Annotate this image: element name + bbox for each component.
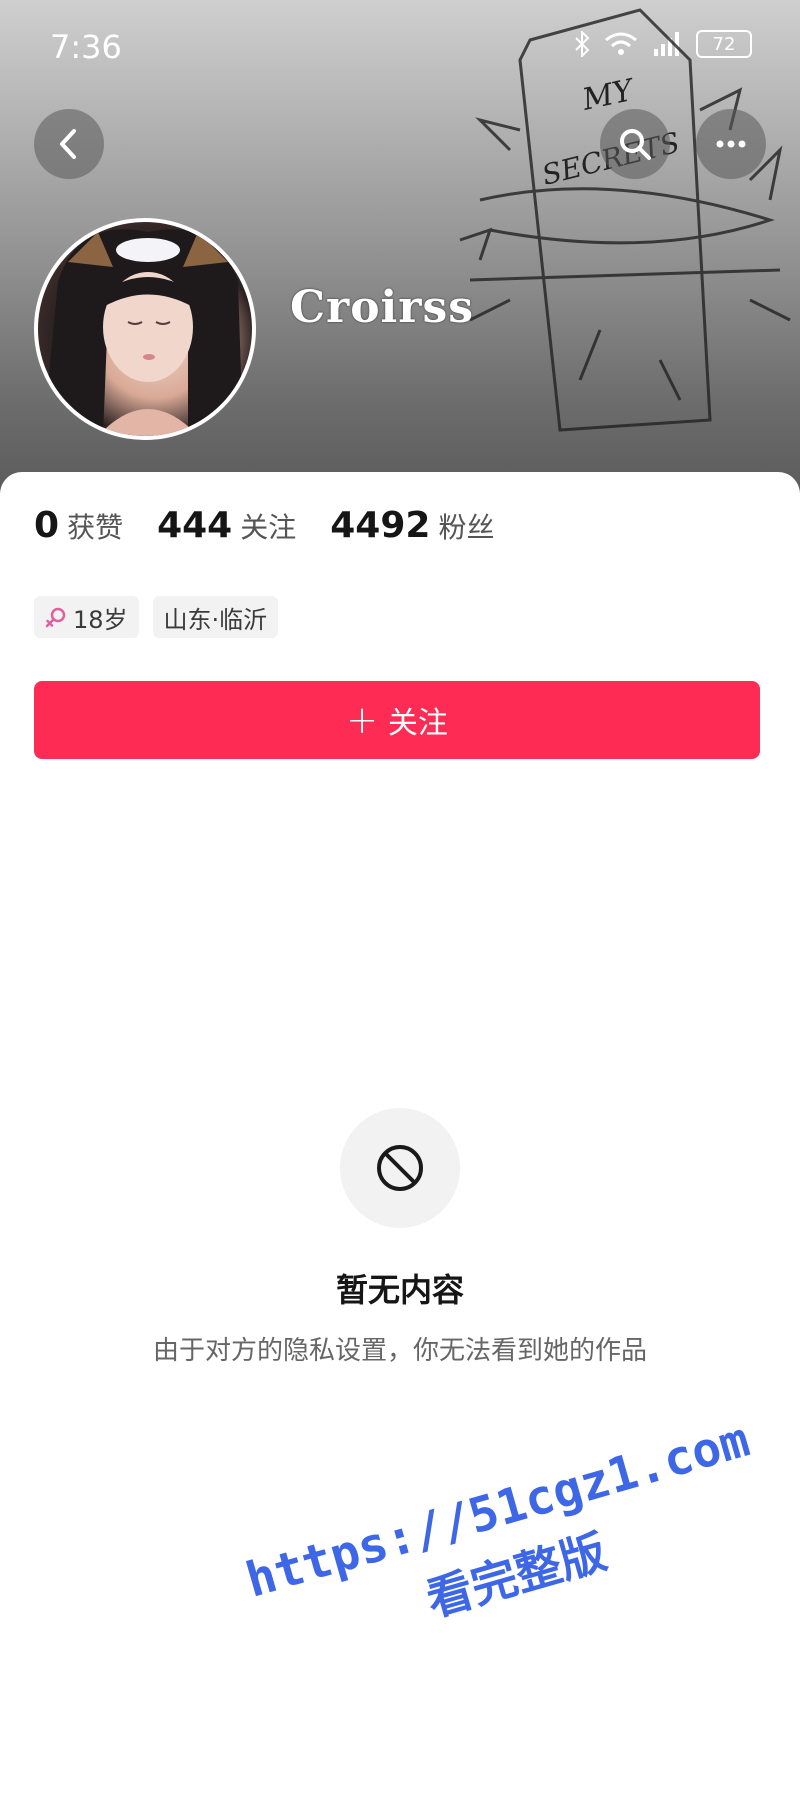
stat-following[interactable]: 444 关注 (157, 505, 296, 546)
search-icon (620, 129, 651, 160)
back-button[interactable] (34, 109, 104, 179)
female-icon (45, 607, 66, 628)
prohibited-icon (377, 1145, 423, 1191)
chevron-left-icon (60, 129, 76, 159)
follow-label: 关注 (387, 706, 448, 741)
username: Croirss (290, 282, 474, 333)
search-button[interactable] (600, 109, 670, 179)
empty-state-description: 由于对方的隐私设置，你无法看到她的作品 (152, 1336, 647, 1366)
stat-label: 粉丝 (438, 511, 495, 544)
age-label: 18岁 (73, 605, 128, 634)
stat-label: 关注 (240, 511, 297, 544)
more-button[interactable] (696, 109, 766, 179)
stats-row: 0 获赞 444 关注 4492 粉丝 (34, 505, 528, 546)
stat-value: 444 (157, 505, 233, 546)
header-artwork: MY SECRETS (459, 8, 791, 432)
profile-header: 7:36 72 MY Croirss (0, 0, 800, 500)
stat-label: 获赞 (67, 511, 124, 544)
more-dots-icon (716, 140, 746, 148)
stat-value: 4492 (330, 505, 431, 546)
stat-value: 0 (34, 505, 60, 546)
follow-button[interactable]: + 关注 (34, 681, 760, 759)
profile-tags: 18岁 山东·临沂 (34, 596, 279, 638)
plus-icon: + (346, 698, 378, 742)
avatar-photo (43, 229, 243, 436)
empty-state-title: 暂无内容 (335, 1271, 464, 1309)
avatar[interactable] (34, 218, 256, 440)
age-tag: 18岁 (34, 596, 139, 638)
stat-followers[interactable]: 4492 粉丝 (330, 505, 494, 546)
status-time: 7:36 (50, 28, 122, 66)
empty-state-icon-wrap (340, 1108, 460, 1228)
stat-likes: 0 获赞 (34, 505, 123, 546)
location-label: 山东·临沂 (163, 605, 268, 634)
location-tag: 山东·临沂 (152, 596, 279, 638)
